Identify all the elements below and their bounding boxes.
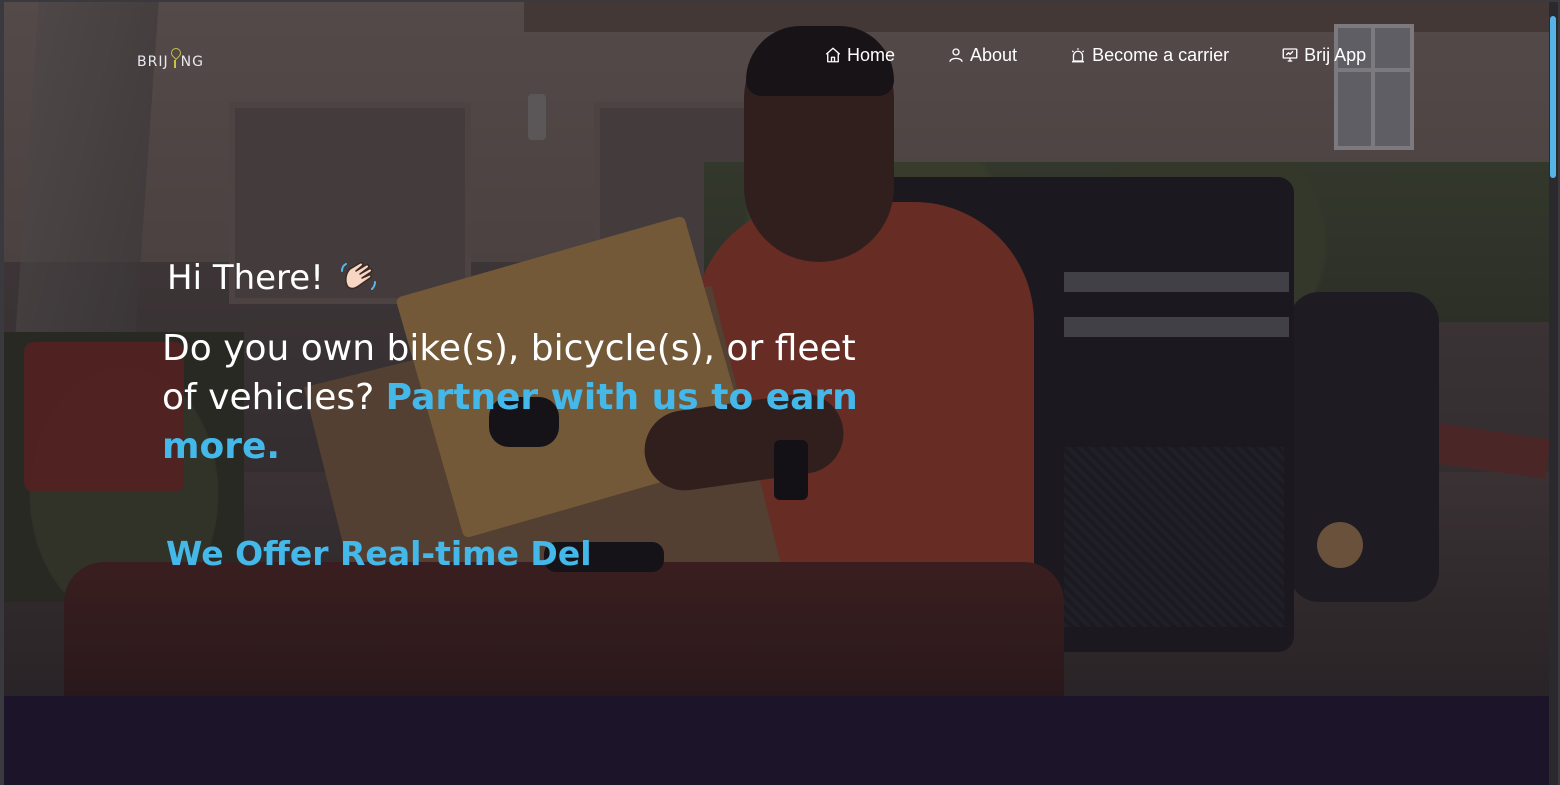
hero-headline: Do you own bike(s), bicycle(s), or fleet… — [162, 324, 882, 471]
next-section — [4, 696, 1549, 785]
typed-tagline: We Offer Real-time Del — [166, 534, 592, 573]
greeting-text: Hi There! — [167, 258, 324, 298]
nav-brij-app[interactable]: Brij App — [1281, 42, 1366, 68]
page-viewport: BRIJ NG Home About Become a carrier Brij… — [4, 2, 1549, 785]
nav-become-carrier-label: Become a carrier — [1092, 44, 1230, 65]
map-pin-icon — [170, 54, 180, 70]
nav-become-carrier[interactable]: Become a carrier — [1069, 42, 1229, 68]
monitor-icon — [1282, 48, 1298, 62]
nav-brij-app-label: Brij App — [1304, 44, 1367, 65]
home-icon — [825, 47, 841, 63]
nav-home-label: Home — [847, 44, 896, 65]
logo-text-right: NG — [180, 54, 204, 70]
browser-frame: BRIJ NG Home About Become a carrier Brij… — [0, 0, 1560, 785]
nav-about[interactable]: About — [947, 42, 1017, 68]
logo-text-left: BRIJ — [137, 54, 169, 70]
user-icon — [949, 48, 963, 62]
waving-hand-icon — [338, 257, 380, 299]
nav-about-label: About — [970, 44, 1018, 65]
main-nav: Home About Become a carrier Brij App — [824, 42, 1366, 68]
alarm-icon — [1071, 48, 1085, 63]
brand-logo[interactable]: BRIJ NG — [137, 46, 204, 70]
scrollbar-thumb[interactable] — [1550, 16, 1556, 178]
hero-greeting: Hi There! — [167, 257, 380, 299]
nav-home[interactable]: Home — [824, 42, 895, 68]
